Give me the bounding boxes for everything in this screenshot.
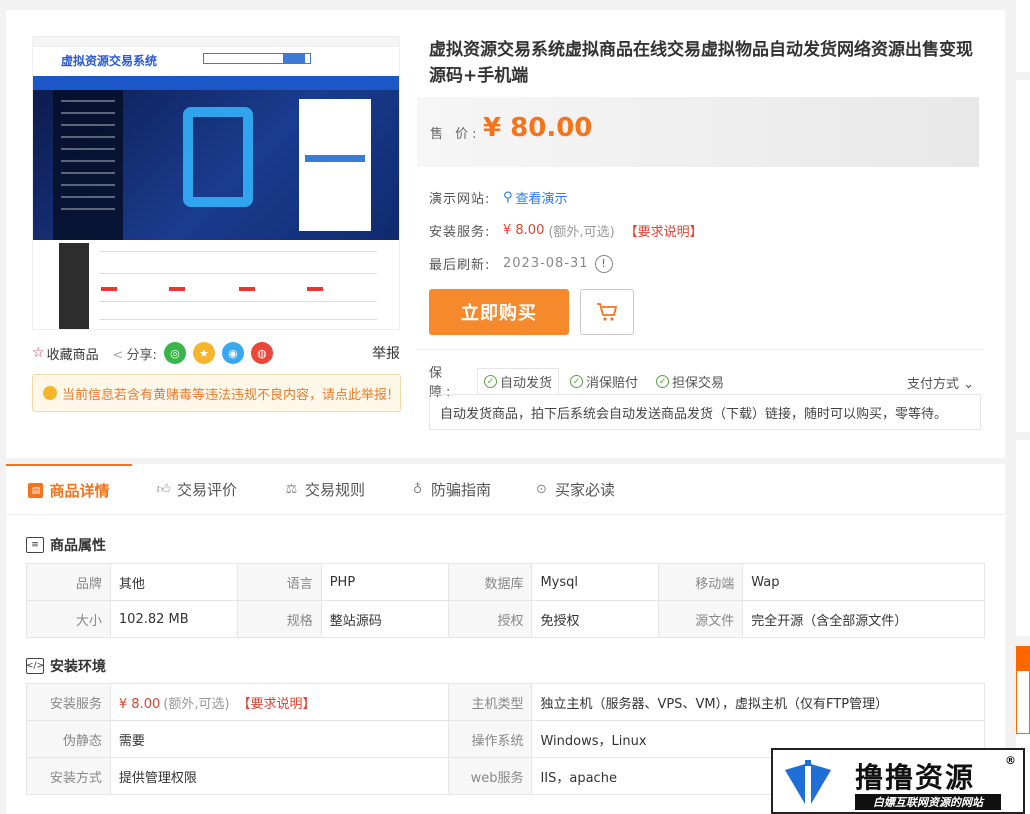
env-install-value: ¥ 8.00 (额外,可选) 【要求说明】 xyxy=(109,683,449,721)
report-warning-banner[interactable]: 当前信息若含有黄赌毒等违法违规不良内容，请点此举报! xyxy=(32,374,401,412)
scale-icon: ⚖ xyxy=(285,482,298,497)
price-box: 售 价: ¥ 80.00 xyxy=(417,97,979,167)
buy-now-button[interactable]: 立即购买 xyxy=(429,289,569,335)
guarantee-bar: 保 障: ✓ 自动发货 ✓ 消保赔付 ✓ 担保交易 xyxy=(429,366,981,400)
tab-buyer-guide[interactable]: ⊙ 买家必读 xyxy=(534,464,615,515)
install-price: ¥ 8.00 xyxy=(503,223,545,238)
env-key: web服务 xyxy=(447,757,533,795)
check-icon: ✓ xyxy=(570,375,584,388)
tab-reviews[interactable]: 👍︎ 交易评价 xyxy=(156,464,237,515)
refresh-date: 2023-08-31 xyxy=(503,256,589,271)
warning-text: 当前信息若含有黄赌毒等违法违规不良内容，请点此举报! xyxy=(62,387,393,403)
attr-key: 规格 xyxy=(236,600,322,638)
search-icon[interactable]: ⚲ xyxy=(503,190,513,205)
search-list-icon: ≡ xyxy=(26,537,44,553)
star-icon[interactable]: ☆ xyxy=(32,345,45,361)
attr-key: 大小 xyxy=(26,600,111,638)
table-row: 安装服务 ¥ 8.00 (额外,可选) 【要求说明】 主机类型 独立主机（服务器、V… xyxy=(26,683,985,721)
attr-value: 免授权 xyxy=(531,600,660,638)
install-label: 安装服务: xyxy=(429,225,491,240)
attr-value: Mysql xyxy=(531,563,660,601)
refresh-label: 最后刷新: xyxy=(429,258,491,273)
product-preview-image[interactable]: 虚拟资源交易系统 xyxy=(32,36,400,330)
registered-mark: ® xyxy=(1005,754,1016,767)
guarantee-auto-delivery[interactable]: ✓ 自动发货 xyxy=(477,368,560,394)
product-title: 虚拟资源交易系统虚拟商品在线交易虚拟物品自动发货网络资源出售变现源码+手机端 xyxy=(429,40,973,86)
guarantee-compensation[interactable]: ✓ 消保赔付 xyxy=(563,368,646,394)
watermark-brand: 撸撸资源 xyxy=(855,761,976,794)
detail-tabs: ▤ 商品详情 👍︎ 交易评价 ⚖ 交易规则 ♁ 防骗指南 ⊙ 买家必读 xyxy=(6,464,1005,515)
document-icon: ▤ xyxy=(28,483,44,498)
bulb-icon: ♁ xyxy=(412,482,423,497)
guarantee-escrow[interactable]: ✓ 担保交易 xyxy=(649,368,732,394)
table-row: 大小 102.82 MB 规格 整站源码 授权 免授权 源文件 完全开源（含全部… xyxy=(26,600,985,638)
install-row: 安装服务: ¥ 8.00 (额外,可选) 【要求说明】 xyxy=(429,221,703,240)
divider xyxy=(418,349,982,350)
attr-value: Wap xyxy=(742,563,985,601)
site-watermark: 撸撸资源 ® 白嫖互联网资源的网站 xyxy=(771,748,1025,814)
demo-label: 演示网站: xyxy=(429,192,491,207)
attr-key: 源文件 xyxy=(658,600,744,638)
attr-key: 移动端 xyxy=(658,563,744,601)
env-value: 提供管理权限 xyxy=(109,757,449,795)
attr-value: 其他 xyxy=(109,563,238,601)
tab-anti-fraud[interactable]: ♁ 防骗指南 xyxy=(410,464,491,515)
share-label: < 分享: xyxy=(112,347,157,363)
env-value: 需要 xyxy=(109,720,449,758)
tab-details[interactable]: ▤ 商品详情 xyxy=(6,464,132,515)
attr-value: PHP xyxy=(320,563,449,601)
chevron-down-icon: ⌄ xyxy=(963,377,975,392)
qzone-share-icon[interactable]: ★ xyxy=(192,342,215,364)
add-to-cart-button[interactable] xyxy=(580,289,634,335)
install-note: (额外,可选) xyxy=(548,225,615,240)
price-value: ¥ 80.00 xyxy=(483,113,593,143)
attr-key: 数据库 xyxy=(447,563,533,601)
attr-value: 完全开源（含全部源文件） xyxy=(742,600,985,638)
env-key: 伪静态 xyxy=(26,720,111,758)
check-icon: ✓ xyxy=(656,375,670,388)
install-requirements-link[interactable]: 【要求说明】 xyxy=(238,697,316,712)
table-row: 品牌 其他 语言 PHP 数据库 Mysql 移动端 Wap xyxy=(26,563,985,601)
check-icon: ✓ xyxy=(484,375,497,388)
attr-value: 102.82 MB xyxy=(109,600,238,638)
lightbulb-icon xyxy=(43,386,57,400)
demo-row: 演示网站: ⚲ 查看演示 xyxy=(429,188,568,207)
env-key: 操作系统 xyxy=(447,720,533,758)
attr-key: 语言 xyxy=(236,563,322,601)
sidebar-widget xyxy=(1016,646,1030,734)
thumbs-up-icon: 👍︎ xyxy=(156,482,171,497)
env-key: 安装服务 xyxy=(26,683,111,721)
preview-logo: 虚拟资源交易系统 xyxy=(61,54,158,68)
target-icon: ⊙ xyxy=(536,482,547,497)
right-sidebar xyxy=(1016,0,1030,814)
attributes-heading: ≡ 商品属性 xyxy=(26,535,106,555)
refresh-row: 最后刷新: 2023-08-31 ! xyxy=(429,254,613,273)
demo-link[interactable]: 查看演示 xyxy=(516,188,568,207)
watermark-logo-icon xyxy=(785,760,831,804)
attr-value: 整站源码 xyxy=(320,600,449,638)
attributes-table: 品牌 其他 语言 PHP 数据库 Mysql 移动端 Wap 大小 102.82… xyxy=(26,563,985,638)
favorite-link[interactable]: 收藏商品 xyxy=(47,344,99,363)
weibo-share-icon[interactable]: ◍ xyxy=(250,342,273,364)
code-icon: </> xyxy=(26,658,44,674)
qq-share-icon[interactable]: ◉ xyxy=(221,342,244,364)
social-actions: ☆ 收藏商品 < 分享: ◎ ★ ◉ ◍ xyxy=(32,342,402,364)
cart-icon xyxy=(597,303,618,321)
watermark-slogan: 白嫖互联网资源的网站 xyxy=(855,794,1001,810)
report-link[interactable]: 举报 xyxy=(372,343,400,363)
attr-key: 授权 xyxy=(447,600,533,638)
install-requirements-link[interactable]: 【要求说明】 xyxy=(625,221,703,240)
guarantee-description: 自动发货商品，拍下后系统会自动发送商品发货（下载）链接，随时可以购买，零等待。 xyxy=(429,394,981,430)
attr-key: 品牌 xyxy=(26,563,111,601)
environment-heading: </> 安装环境 xyxy=(25,658,106,675)
env-key: 安装方式 xyxy=(26,757,111,795)
payment-method-dropdown[interactable]: 支付方式 ⌄ xyxy=(907,373,974,392)
share-icon: < xyxy=(112,347,124,363)
env-value: 独立主机（服务器、VPS、VM），虚拟主机（仅有FTP管理） xyxy=(531,683,985,721)
env-key: 主机类型 xyxy=(447,683,533,721)
wechat-share-icon[interactable]: ◎ xyxy=(163,342,186,364)
price-label: 售 价: xyxy=(430,127,481,142)
alert-icon[interactable]: ! xyxy=(594,254,613,273)
tab-rules[interactable]: ⚖ 交易规则 xyxy=(284,464,365,515)
